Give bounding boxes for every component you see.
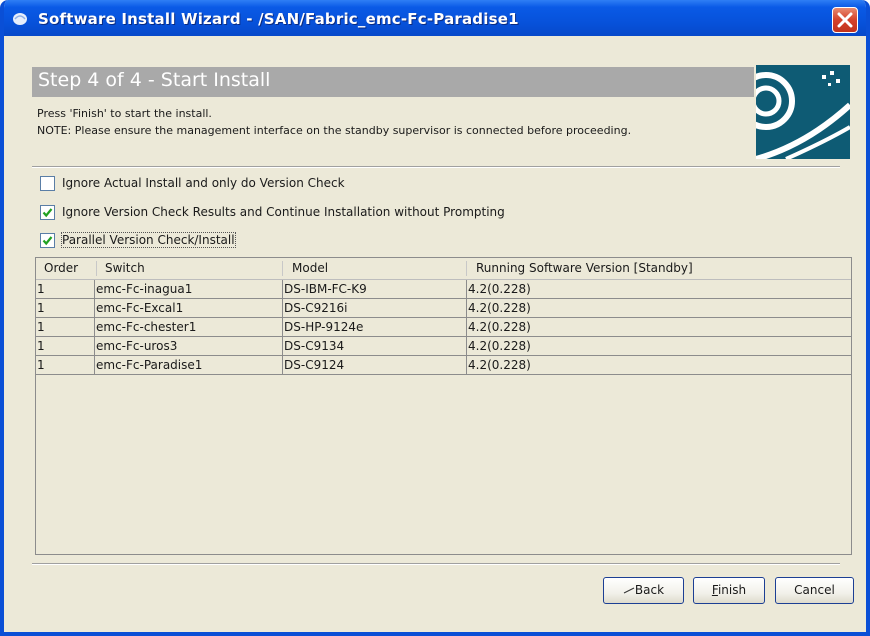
footer-divider — [32, 563, 840, 565]
window-title: Software Install Wizard - /SAN/Fabric_em… — [38, 10, 519, 28]
title-bar[interactable]: Software Install Wizard - /SAN/Fabric_em… — [4, 0, 866, 40]
cell-model: DS-C9216i — [282, 299, 466, 317]
cell-switch: emc-Fc-Excal1 — [94, 299, 282, 317]
instruction-text: Press 'Finish' to start the install. — [37, 107, 212, 120]
column-switch[interactable]: Switch — [105, 258, 145, 279]
column-model[interactable]: Model — [292, 258, 328, 279]
column-divider — [282, 261, 283, 276]
logo-icon — [756, 65, 850, 159]
cell-version: 4.2(0.228) — [466, 337, 851, 355]
close-button[interactable] — [832, 7, 858, 33]
back-label: Back — [634, 583, 665, 597]
cell-version: 4.2(0.228) — [466, 299, 851, 317]
divider — [32, 166, 840, 168]
checkmark-icon — [42, 236, 53, 246]
cell-switch: emc-Fc-uros3 — [94, 337, 282, 355]
cell-order: 1 — [37, 282, 45, 296]
column-version[interactable]: Running Software Version [Standby] — [476, 258, 693, 279]
finish-label: inish — [717, 583, 747, 597]
column-order[interactable]: Order — [44, 258, 78, 279]
cell-version: 4.2(0.228) — [466, 318, 851, 336]
cell-model: DS-HP-9124e — [282, 318, 466, 336]
option-version-check-only[interactable]: Ignore Actual Install and only do Versio… — [40, 176, 440, 194]
cell-model: DS-C9134 — [282, 337, 466, 355]
table-row[interactable]: 1 emc-Fc-Excal1 DS-C9216i 4.2(0.228) — [36, 299, 851, 318]
cancel-button[interactable]: Cancel — [775, 577, 854, 604]
checkmark-icon — [42, 208, 53, 218]
cell-switch: emc-Fc-Paradise1 — [94, 356, 282, 374]
note-text: NOTE: Please ensure the management inter… — [37, 124, 632, 137]
back-button[interactable]: Back — [603, 577, 684, 604]
cell-order: 1 — [37, 320, 45, 334]
checkbox[interactable] — [40, 176, 55, 191]
option-label: Ignore Actual Install and only do Versio… — [62, 176, 345, 190]
close-icon — [837, 12, 853, 28]
cell-version: 4.2(0.228) — [466, 280, 851, 298]
column-divider — [96, 261, 97, 276]
option-label: Parallel Version Check/Install — [61, 232, 236, 248]
cell-order: 1 — [37, 358, 45, 372]
install-table[interactable]: Order Switch Model Running Software Vers… — [35, 257, 852, 555]
cell-version: 4.2(0.228) — [466, 356, 851, 374]
back-arrow-icon — [623, 587, 635, 593]
cell-switch: emc-Fc-chester1 — [94, 318, 282, 336]
cell-model: DS-IBM-FC-K9 — [282, 280, 466, 298]
cell-model: DS-C9124 — [282, 356, 466, 374]
step-banner: Step 4 of 4 - Start Install — [32, 67, 754, 97]
table-row[interactable]: 1 emc-Fc-uros3 DS-C9134 4.2(0.228) — [36, 337, 851, 356]
option-parallel-install[interactable]: Parallel Version Check/Install — [40, 232, 300, 251]
column-divider — [466, 261, 467, 276]
table-row[interactable]: 1 emc-Fc-inagua1 DS-IBM-FC-K9 4.2(0.228) — [36, 280, 851, 299]
checkbox[interactable] — [40, 205, 55, 220]
cell-switch: emc-Fc-inagua1 — [94, 280, 282, 298]
option-label: Ignore Version Check Results and Continu… — [62, 205, 505, 219]
checkbox[interactable] — [40, 233, 55, 248]
cell-order: 1 — [37, 339, 45, 353]
wizard-window: Software Install Wizard - /SAN/Fabric_em… — [0, 0, 870, 636]
table-header: Order Switch Model Running Software Vers… — [36, 258, 851, 280]
wizard-icon — [13, 13, 27, 25]
cell-order: 1 — [37, 301, 45, 315]
finish-button[interactable]: Finish — [693, 577, 765, 604]
table-row[interactable]: 1 emc-Fc-Paradise1 DS-C9124 4.2(0.228) — [36, 356, 851, 375]
table-row[interactable]: 1 emc-Fc-chester1 DS-HP-9124e 4.2(0.228) — [36, 318, 851, 337]
option-ignore-version-results[interactable]: Ignore Version Check Results and Continu… — [40, 205, 600, 223]
step-title: Step 4 of 4 - Start Install — [38, 69, 271, 91]
wizard-content: Step 4 of 4 - Start Install Press 'Finis… — [4, 36, 866, 632]
